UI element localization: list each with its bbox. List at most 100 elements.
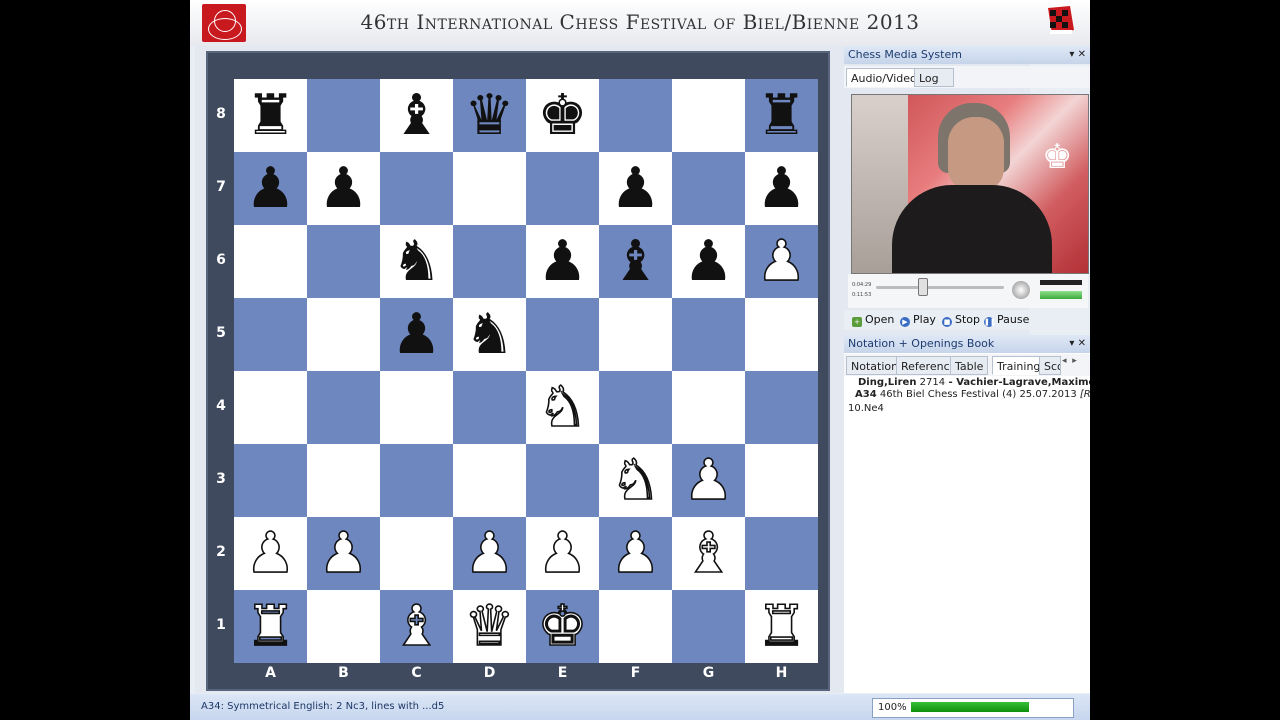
square-a4[interactable] <box>234 371 307 444</box>
tab-score[interactable]: Sco <box>1039 356 1061 375</box>
square-f5[interactable] <box>599 298 672 371</box>
white-knight-icon[interactable]: ♞ <box>599 444 672 517</box>
annotator: [Robot 4] <box>1079 389 1090 400</box>
black-pawn-icon[interactable]: ♟ <box>234 152 307 225</box>
white-pawn-icon[interactable]: ♟ <box>526 517 599 590</box>
seek-slider-handle[interactable] <box>918 278 928 296</box>
square-e5[interactable] <box>526 298 599 371</box>
white-queen-icon[interactable]: ♛ <box>453 590 526 663</box>
tab-notation[interactable]: Notation <box>846 356 904 375</box>
file-label: F <box>630 665 641 681</box>
square-b1[interactable] <box>307 590 380 663</box>
tab-table[interactable]: Table <box>950 356 989 375</box>
rank-label: 5 <box>216 325 226 341</box>
black-bishop-icon[interactable]: ♝ <box>380 79 453 152</box>
square-f1[interactable] <box>599 590 672 663</box>
black-king-icon[interactable]: ♚ <box>526 79 599 152</box>
square-f8[interactable] <box>599 79 672 152</box>
open-button[interactable]: + Open <box>852 312 894 328</box>
square-c3[interactable] <box>380 444 453 517</box>
white-pawn-icon[interactable]: ♟ <box>307 517 380 590</box>
player-bar: 0:04:29 0:11:53 <box>848 274 1088 308</box>
file-label: E <box>557 665 568 681</box>
square-a5[interactable] <box>234 298 307 371</box>
black-pawn-icon[interactable]: ♟ <box>380 298 453 371</box>
chessbase-logo-icon <box>202 4 246 42</box>
title-bar: 46th International Chess Festival of Bie… <box>190 0 1090 46</box>
notation-panel: Notation + Openings Book ▾ ✕ Notation Re… <box>844 335 1090 693</box>
black-pawn-icon[interactable]: ♟ <box>307 152 380 225</box>
square-h3[interactable] <box>745 444 818 517</box>
white-pawn-icon[interactable]: ♟ <box>599 517 672 590</box>
square-d4[interactable] <box>453 371 526 444</box>
pause-button[interactable]: ❚❚Pause <box>984 312 1029 328</box>
panel-menu-close-icon[interactable]: ▾ ✕ <box>1069 46 1086 64</box>
tab-scroll-left-icon[interactable]: ◂ <box>1062 356 1067 366</box>
stop-button[interactable]: ■ Stop <box>942 312 980 328</box>
white-pawn-icon[interactable]: ♟ <box>745 225 818 298</box>
progress-track <box>911 702 1029 712</box>
square-c7[interactable] <box>380 152 453 225</box>
move-text[interactable]: 10.Ne4 <box>848 403 884 414</box>
tab-scroll-right-icon[interactable]: ▸ <box>1072 356 1077 366</box>
panel-menu-close-icon[interactable]: ▾ ✕ <box>1069 335 1086 353</box>
square-g7[interactable] <box>672 152 745 225</box>
seek-slider[interactable] <box>876 286 1004 289</box>
square-a3[interactable] <box>234 444 307 517</box>
video-player[interactable]: ♚ <box>851 94 1089 274</box>
white-king-icon[interactable]: ♚ <box>526 590 599 663</box>
black-queen-icon[interactable]: ♛ <box>453 79 526 152</box>
white-rook-icon[interactable]: ♜ <box>745 590 818 663</box>
square-g4[interactable] <box>672 371 745 444</box>
notation-panel-header: Notation + Openings Book ▾ ✕ <box>844 335 1090 353</box>
square-d7[interactable] <box>453 152 526 225</box>
board-frame: ♜ ♝ ♛ ♚ ♜ ♟ ♟ ♟ ♟ ♞ ♟ ♝ ♟ ♟ ♟ ♞ ♞ ♞ ♟ ♟ ♟ ♟ ♟ ♟ ♝ ♜ ♝ ♛ ♚ ♜ 87654321A… <box>206 51 830 691</box>
volume-slider[interactable] <box>1040 280 1082 285</box>
square-c2[interactable] <box>380 517 453 590</box>
event-name: 46th Biel Chess Festival (4) 25.07.2013 <box>879 389 1077 400</box>
black-knight-icon[interactable]: ♞ <box>453 298 526 371</box>
chessbase-app-icon[interactable] <box>1044 4 1078 40</box>
tab-scroll-arrows[interactable]: ◂ ▸ <box>1062 356 1090 374</box>
square-b3[interactable] <box>307 444 380 517</box>
white-rook-icon[interactable]: ♜ <box>234 590 307 663</box>
square-b4[interactable] <box>307 371 380 444</box>
square-e3[interactable] <box>526 444 599 517</box>
black-rook-icon[interactable]: ♜ <box>745 79 818 152</box>
white-pawn-icon[interactable]: ♟ <box>453 517 526 590</box>
square-g1[interactable] <box>672 590 745 663</box>
white-knight-icon[interactable]: ♞ <box>526 371 599 444</box>
black-pawn-icon[interactable]: ♟ <box>672 225 745 298</box>
square-a6[interactable] <box>234 225 307 298</box>
square-c4[interactable] <box>380 371 453 444</box>
square-b6[interactable] <box>307 225 380 298</box>
black-knight-icon[interactable]: ♞ <box>380 225 453 298</box>
square-d6[interactable] <box>453 225 526 298</box>
white-bishop-icon[interactable]: ♝ <box>380 590 453 663</box>
black-rook-icon[interactable]: ♜ <box>234 79 307 152</box>
square-h4[interactable] <box>745 371 818 444</box>
black-pawn-icon[interactable]: ♟ <box>526 225 599 298</box>
square-f4[interactable] <box>599 371 672 444</box>
square-b8[interactable] <box>307 79 380 152</box>
square-g8[interactable] <box>672 79 745 152</box>
white-bishop-icon[interactable]: ♝ <box>672 517 745 590</box>
white-pawn-icon[interactable]: ♟ <box>234 517 307 590</box>
square-d3[interactable] <box>453 444 526 517</box>
square-g5[interactable] <box>672 298 745 371</box>
black-pawn-icon[interactable]: ♟ <box>599 152 672 225</box>
file-label: G <box>702 665 715 681</box>
play-button[interactable]: ▶ Play <box>900 312 936 328</box>
square-h5[interactable] <box>745 298 818 371</box>
black-pawn-icon[interactable]: ♟ <box>745 152 818 225</box>
speaker-icon[interactable] <box>1012 281 1030 299</box>
square-h2[interactable] <box>745 517 818 590</box>
tab-training[interactable]: Training <box>992 356 1046 375</box>
tab-audio-video[interactable]: Audio/Video <box>846 68 922 87</box>
chessboard[interactable]: ♜ ♝ ♛ ♚ ♜ ♟ ♟ ♟ ♟ ♞ ♟ ♝ ♟ ♟ ♟ ♞ ♞ ♞ ♟ ♟ ♟ ♟ ♟ ♟ ♝ ♜ ♝ ♛ ♚ ♜ <box>234 79 818 663</box>
tab-log[interactable]: Log <box>914 68 954 87</box>
black-bishop-icon[interactable]: ♝ <box>599 225 672 298</box>
square-e7[interactable] <box>526 152 599 225</box>
square-b5[interactable] <box>307 298 380 371</box>
white-pawn-icon[interactable]: ♟ <box>672 444 745 517</box>
